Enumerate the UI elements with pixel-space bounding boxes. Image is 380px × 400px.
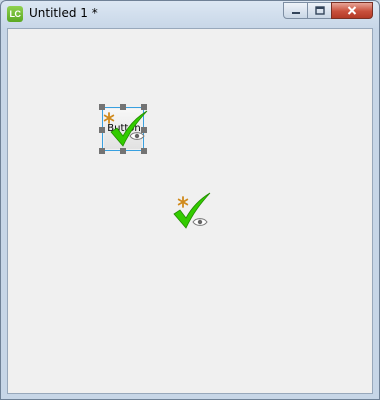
main-window: LC Untitled 1 * Button [0,0,380,400]
minimize-button[interactable] [283,2,308,19]
window-controls [283,2,373,19]
maximize-button[interactable] [307,2,332,19]
resize-handle-top[interactable] [120,104,126,110]
close-icon [347,6,357,15]
title-bar[interactable]: LC Untitled 1 * [1,1,379,27]
resize-handle-bottom[interactable] [120,148,126,154]
resize-handle-left[interactable] [99,127,105,133]
close-button[interactable] [331,2,373,19]
eye-icon [192,218,208,226]
maximize-icon [314,6,325,15]
window-title: Untitled 1 * [29,6,98,20]
design-canvas[interactable]: Button [7,28,373,394]
selected-button-control[interactable]: Button [99,104,148,154]
resize-handle-top-left[interactable] [99,104,105,110]
resize-handle-bottom-right[interactable] [141,148,147,154]
minimize-icon [291,11,300,14]
resize-handle-top-right[interactable] [141,104,147,110]
resize-handle-right[interactable] [141,127,147,133]
resize-handle-bottom-left[interactable] [99,148,105,154]
app-icon: LC [7,6,23,22]
